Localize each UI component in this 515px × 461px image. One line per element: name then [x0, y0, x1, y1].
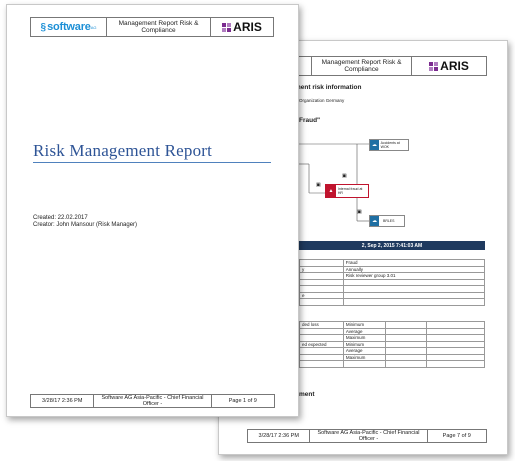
date-bar: 2, Sep 2, 2015 7:41:03 AM [299, 241, 485, 250]
creator: Creator: John Mansour (Risk Manager) [33, 222, 138, 228]
cloud-icon: ☁ [370, 140, 379, 150]
risk-details-table: Fraud y Annually Risk reviewer group 3.01 e [299, 259, 486, 306]
software-ag-mark-icon: § [40, 21, 47, 33]
footer-date: 3/28/17 2:36 PM [42, 398, 83, 404]
table-cell [342, 360, 386, 368]
box-icon: ▣ [342, 173, 347, 179]
table-row [299, 298, 486, 306]
table-cell [342, 298, 486, 306]
diagram-node-accidents: ☁ Accidents at WOK [369, 139, 409, 151]
table-cell [384, 360, 428, 368]
footer-page-number: Page 7 of 9 [426, 430, 487, 442]
box-icon: ▣ [316, 182, 321, 188]
diagram-node-brles: ☁ BRLES [369, 215, 405, 227]
cloud-icon: ☁ [370, 216, 379, 226]
warning-icon: ▲ [326, 185, 336, 197]
box-icon: ▣ [357, 209, 362, 215]
footer-company: Software AG Asia-Pacific - Chief Financi… [309, 430, 426, 442]
section-title: ment risk information [295, 84, 362, 91]
fraud-heading: Fraud" [299, 117, 321, 124]
diagram-node-internal-fraud: ▲ Internal fraud at HR [325, 184, 369, 198]
header-title: Management Report Risk & Compliance [312, 57, 412, 75]
table-cell [299, 360, 344, 368]
page-header: § software AG Management Report Risk & Com… [30, 17, 274, 37]
table-row [299, 360, 485, 368]
created-date: Created: 22.02.2017 [33, 215, 88, 221]
aris-logo: ARIS [412, 57, 486, 75]
software-ag-logo: § software AG [31, 18, 107, 36]
bottom-heading: ment [299, 391, 315, 398]
report-page-1: § software AG Management Report Risk & Com… [6, 4, 299, 417]
footer-page-number: Page 1 of 9 [210, 395, 274, 407]
header-title: Management Report Risk & Compliance [107, 18, 211, 36]
aris-logo: ARIS [211, 18, 273, 36]
table-cell [426, 360, 485, 368]
footer-company: Software AG Asia-Pacific - Chief Financi… [93, 395, 210, 407]
page-footer: 3/28/17 2:36 PM Software AG Asia-Pacific… [30, 394, 275, 408]
org-text: Organization Germany [299, 98, 345, 103]
loss-table: ded loss Minimum Average Maximum ed expected… [299, 321, 485, 368]
title-underline [33, 162, 271, 163]
page-footer: 3/28/17 2:36 PM Software AG Asia-Pacific… [247, 429, 487, 443]
footer-date: 3/28/17 2:36 PM [258, 433, 299, 439]
report-title: Risk Management Report [33, 141, 213, 160]
table-cell [299, 298, 344, 306]
